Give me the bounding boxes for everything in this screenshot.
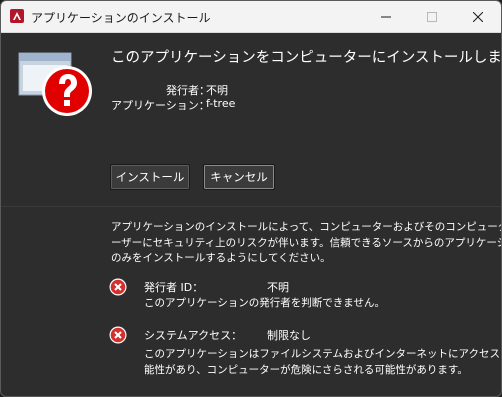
minimize-icon xyxy=(381,16,391,17)
unknown-app-warning-icon xyxy=(18,52,92,116)
security-notice-line: ーザーにセキュリティ上のリスクが伴います。信頼できるソースからのアプリケーション xyxy=(111,236,502,249)
install-question: このアプリケーションをコンピューターにインストールしますか？ xyxy=(111,50,502,66)
publisher-id-label: 発行者 ID： xyxy=(144,281,204,294)
close-icon xyxy=(473,11,483,22)
security-notice-line: アプリケーションのインストールによって、コンピューターおよびそのコンピューターの… xyxy=(111,221,502,233)
description-line: このアプリケーションはファイルシステムおよびインターネットにアクセスする可 xyxy=(144,348,502,360)
publisher-value: 不明 xyxy=(206,84,228,97)
divider xyxy=(1,206,501,207)
maximize-icon xyxy=(427,11,437,22)
system-access-label: システムアクセス： xyxy=(144,329,243,342)
description-line: 能性があり、コンピューターが危険にさらされる可能性があります。 xyxy=(144,363,468,376)
title-bar[interactable]: アプリケーションのインストール xyxy=(1,1,501,33)
install-dialog: アプリケーションのインストール このアプリケーションをコンピューターにインストー… xyxy=(0,0,502,397)
publisher-id-description: このアプリケーションの発行者を判断できません。 xyxy=(144,296,385,312)
cancel-button[interactable]: キャンセル xyxy=(203,164,275,190)
description-line: このアプリケーションの発行者を判断できません。 xyxy=(144,297,385,309)
publisher-label: 発行者： xyxy=(166,84,210,97)
publisher-id-value: 不明 xyxy=(267,281,289,294)
system-access-description: このアプリケーションはファイルシステムおよびインターネットにアクセスする可 能性… xyxy=(144,347,502,378)
install-button[interactable]: インストール xyxy=(110,164,190,190)
application-label: アプリケーション： xyxy=(111,99,210,112)
error-icon xyxy=(109,326,127,344)
security-notice-line: のみをインストールするようにしてください。 xyxy=(111,252,331,264)
maximize-button[interactable] xyxy=(409,1,455,32)
minimize-button[interactable] xyxy=(363,1,409,32)
error-icon xyxy=(109,278,127,296)
air-app-icon xyxy=(10,9,24,23)
application-value: f-tree xyxy=(206,97,236,110)
window-title: アプリケーションのインストール xyxy=(31,11,211,25)
close-button[interactable] xyxy=(455,1,501,32)
system-access-value: 制限なし xyxy=(267,329,311,342)
security-notice: アプリケーションのインストールによって、コンピューターおよびそのコンピューターの… xyxy=(111,220,502,267)
